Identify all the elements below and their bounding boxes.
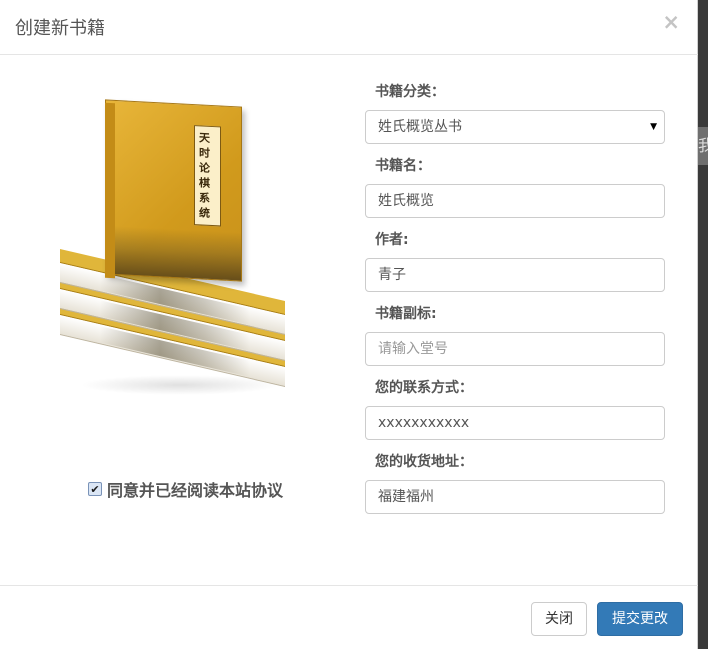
category-value: 姓氏概览丛书 — [378, 119, 462, 135]
book-name-input[interactable]: 姓氏概览 — [365, 184, 665, 218]
author-label: 作者: — [375, 232, 409, 248]
book-illustration: 天时论棋系统 — [60, 95, 300, 405]
modal-title: 创建新书籍 — [15, 18, 105, 39]
address-input[interactable]: 福建福州 — [365, 480, 665, 514]
cover-landscape — [106, 225, 241, 281]
category-select[interactable]: 姓氏概览丛书 ▼ — [365, 110, 665, 144]
modal-backdrop — [698, 0, 708, 649]
category-label: 书籍分类： — [375, 84, 445, 100]
contact-label: 您的联系方式： — [375, 380, 473, 396]
book-spine — [105, 102, 115, 279]
address-label: 您的收货地址： — [375, 454, 473, 470]
modal-header: 创建新书籍 × — [0, 0, 698, 55]
close-icon[interactable]: × — [662, 10, 680, 34]
create-book-dialog: 创建新书籍 × 天时论棋系统 ✔ 同意并已经阅读本站协议 书籍分类： 姓氏概览丛… — [0, 0, 698, 649]
agreement-label: 同意并已经阅读本站协议 — [107, 481, 284, 500]
modal-footer: 关闭 提交更改 — [0, 585, 698, 649]
author-input[interactable]: 青子 — [365, 258, 665, 292]
subtitle-input[interactable]: 请输入堂号 — [365, 332, 665, 366]
book-cover: 天时论棋系统 — [105, 99, 242, 282]
chevron-down-icon: ▼ — [650, 122, 657, 132]
cover-title-panel: 天时论棋系统 — [194, 125, 221, 227]
agreement-checkbox[interactable]: ✔ — [88, 482, 102, 496]
agreement: ✔ 同意并已经阅读本站协议 — [88, 477, 283, 501]
background-tab: 我 — [698, 127, 708, 165]
book-name-label: 书籍名： — [375, 158, 431, 174]
cover-title: 天时论棋系统 — [199, 131, 210, 220]
subtitle-label: 书籍副标: — [375, 306, 437, 322]
contact-input[interactable]: xxxxxxxxxxx — [365, 406, 665, 440]
submit-button[interactable]: 提交更改 — [597, 602, 683, 636]
close-button[interactable]: 关闭 — [531, 602, 587, 636]
